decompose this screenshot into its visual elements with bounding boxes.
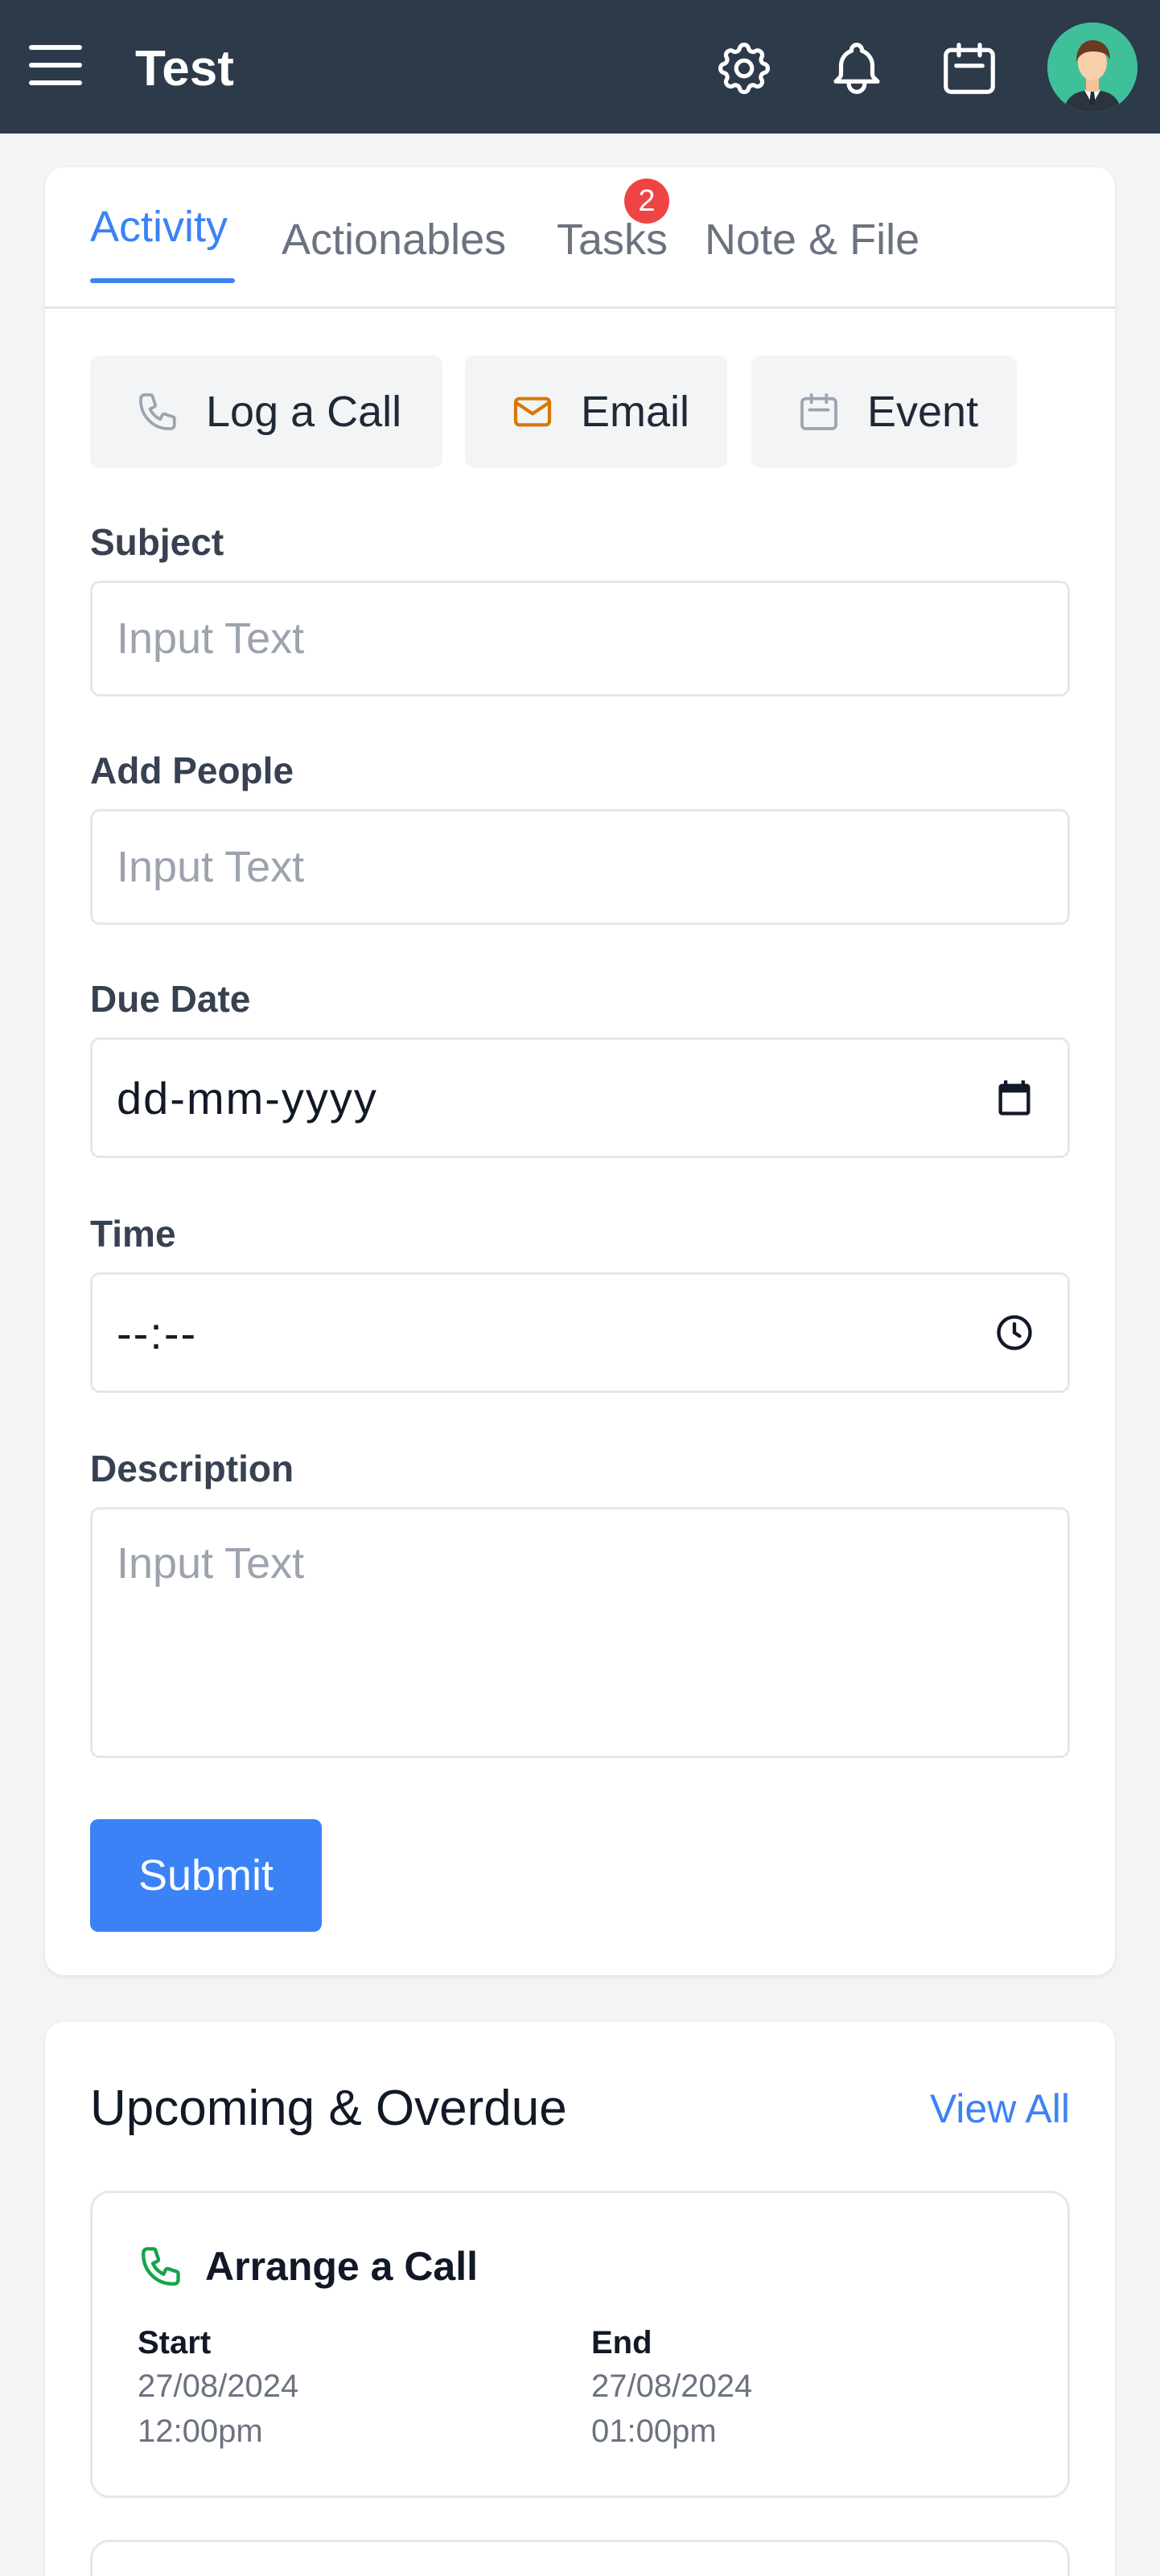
menu-icon[interactable] xyxy=(29,45,82,87)
end-date: 27/08/2024 xyxy=(591,2369,753,2404)
upcoming-item[interactable]: Arrange a Call Start 27/08/2024 12:00pm … xyxy=(90,2191,1070,2498)
activity-card: Activity Actionables Tasks 2 Note & File… xyxy=(45,167,1115,1975)
tab-activity[interactable]: Activity xyxy=(90,201,228,253)
clock-icon[interactable] xyxy=(993,1312,1035,1354)
description-label: Description xyxy=(90,1448,294,1489)
view-all-link[interactable]: View All xyxy=(930,2083,1070,2134)
upcoming-title: Upcoming & Overdue xyxy=(90,2081,567,2136)
start-column: Start 27/08/2024 12:00pm xyxy=(138,2322,298,2454)
upcoming-card: Upcoming & Overdue View All Arrange a Ca… xyxy=(45,2022,1115,2576)
email-label: Email xyxy=(581,388,690,436)
tasks-count-badge: 2 xyxy=(624,179,669,224)
email-button[interactable]: Email xyxy=(465,355,727,468)
phone-icon xyxy=(139,393,176,430)
tab-note-file[interactable]: Note & File xyxy=(705,214,919,265)
log-call-label: Log a Call xyxy=(206,388,402,436)
calendar-icon xyxy=(800,393,837,430)
avatar[interactable] xyxy=(1047,23,1137,113)
submit-button[interactable]: Submit xyxy=(90,1819,322,1932)
due-date-field[interactable]: dd-mm-yyyy xyxy=(90,1037,1070,1158)
time-label: Time xyxy=(90,1213,176,1255)
event-label: Event xyxy=(867,388,979,436)
top-bar: Test xyxy=(0,0,1160,134)
calendar-icon[interactable] xyxy=(993,1077,1035,1119)
description-textarea[interactable] xyxy=(90,1507,1070,1758)
tab-actionables[interactable]: Actionables xyxy=(282,214,506,265)
add-people-label: Add People xyxy=(90,750,294,791)
upcoming-item-title: Arrange a Call xyxy=(205,2244,479,2289)
subject-input[interactable] xyxy=(90,581,1070,696)
start-label: Start xyxy=(138,2325,212,2360)
end-column: End 27/08/2024 01:00pm xyxy=(591,2322,752,2454)
calendar-icon[interactable] xyxy=(933,32,1006,105)
due-date-value: dd-mm-yyyy xyxy=(117,1072,378,1124)
start-time: 12:00pm xyxy=(138,2414,263,2449)
tab-bar: Activity Actionables Tasks 2 Note & File xyxy=(45,167,1115,309)
due-date-label: Due Date xyxy=(90,978,251,1020)
add-people-input[interactable] xyxy=(90,809,1070,925)
mail-icon xyxy=(513,396,552,427)
subject-label: Subject xyxy=(90,521,224,563)
end-time: 01:00pm xyxy=(591,2414,717,2449)
time-value: --:-- xyxy=(117,1307,198,1358)
log-call-button[interactable]: Log a Call xyxy=(90,355,442,468)
time-field[interactable]: --:-- xyxy=(90,1272,1070,1393)
active-tab-indicator xyxy=(90,278,235,283)
event-button[interactable]: Event xyxy=(751,355,1017,468)
start-date: 27/08/2024 xyxy=(138,2369,299,2404)
bell-icon[interactable] xyxy=(821,32,893,105)
app-title: Test xyxy=(135,41,234,97)
phone-icon xyxy=(142,2247,180,2286)
gear-icon[interactable] xyxy=(708,32,780,105)
end-label: End xyxy=(591,2325,652,2360)
upcoming-item[interactable] xyxy=(90,2540,1070,2576)
